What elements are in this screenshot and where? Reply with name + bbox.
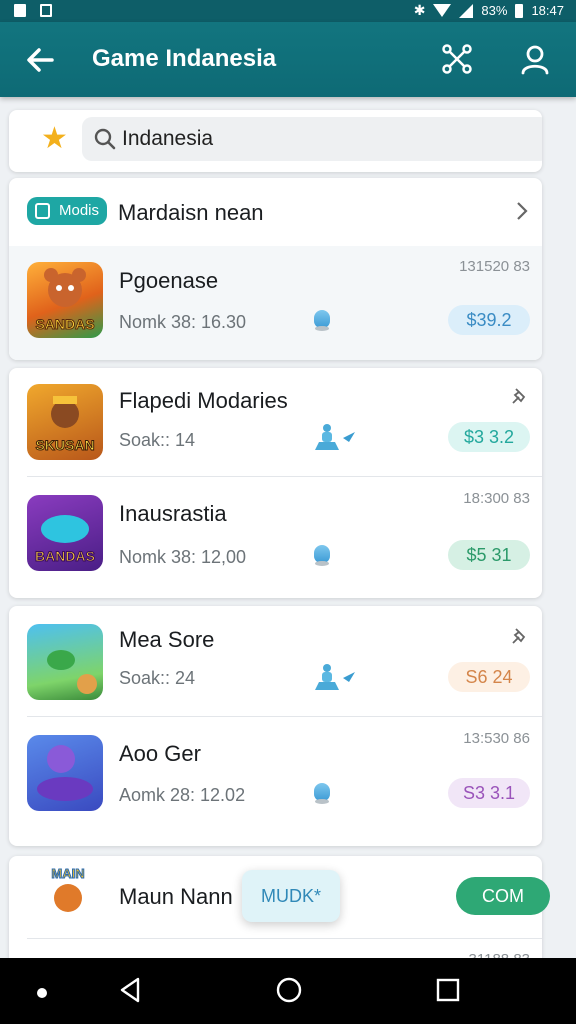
game-title: Inausrastia [119,501,227,526]
connect-button[interactable] [440,42,474,76]
battery-percent: 83% [481,3,508,18]
floating-action-button[interactable]: MUDK* [242,870,340,922]
boat-icon [315,424,355,450]
game-meta: Nomk 38: 16.30 [119,312,247,332]
dot-icon [37,988,47,998]
game-title: Mea Sore [119,627,215,652]
svg-text:SANDAS: SANDAS [35,316,94,332]
search-card: ★ [9,110,542,172]
price-button[interactable]: $39.2 [448,305,530,335]
status-bar: ✱ 83% 18:47 [0,0,576,22]
list-item[interactable]: SKUSAN Flapedi Modaries Soak:: 14 $3 3.2 [9,368,542,476]
badge-icon [35,203,50,219]
game-list-card: SKUSAN Flapedi Modaries Soak:: 14 $3 3.2… [9,368,542,598]
wifi-icon [433,4,452,17]
category-header[interactable]: Modis Mardaisn nean [9,178,542,246]
location-icon [314,310,330,331]
list-item[interactable]: Aoo Ger Aomk 28: 12.02 13:530 86 S3 3.1 [9,717,542,846]
game-title: Aoo Ger [119,741,201,766]
clock: 18:47 [531,3,564,18]
location-icon [314,783,330,804]
game-title: Maun Nann [119,884,233,909]
back-button[interactable] [22,44,58,76]
signal-icon [459,3,474,18]
location-icon [314,545,330,566]
search-bar[interactable] [82,117,542,161]
game-thumbnail: BANDAS [27,495,103,571]
price-button[interactable]: $3 3.2 [448,422,530,452]
connect-icon [442,44,472,74]
game-code: 131520 83 [459,258,530,275]
svg-text:MAIN: MAIN [51,866,84,881]
game-list-card: Mea Sore Soak:: 24 S6 24 Aoo Ger Aomk 28… [9,606,542,846]
back-nav-button[interactable] [117,976,143,1004]
svg-text:BANDAS: BANDAS [35,548,95,564]
pin-icon[interactable] [510,386,530,406]
game-thumbnail [27,624,103,700]
pin-icon[interactable] [510,626,530,646]
game-meta: Nomk 38: 12,00 [119,547,247,567]
bluetooth-icon: ✱ [413,2,426,18]
app-bar: Game Indanesia [0,22,576,97]
price-button[interactable]: S3 3.1 [448,778,530,808]
game-meta: Aomk 28: 12.02 [119,785,246,805]
game-thumbnail: SANDAS [27,262,103,338]
com-button[interactable]: COM [456,877,550,915]
image-notification-icon [40,4,52,17]
game-meta: Soak:: 24 [119,668,196,688]
battery-icon [515,3,524,18]
game-title: Pgoenase [119,268,219,293]
game-title: Flapedi Modaries [119,388,288,413]
star-icon[interactable]: ★ [41,124,68,154]
list-item[interactable]: Mea Sore Soak:: 24 S6 24 [9,606,542,716]
game-thumbnail: SKUSAN [27,384,103,460]
game-code: 13:530 86 [463,730,530,747]
user-icon [521,45,549,75]
category-title: Mardaisn nean [118,200,264,225]
category-card: Modis Mardaisn nean SANDAS Pgoenase Nomk… [9,178,542,360]
chevron-right-icon[interactable] [514,200,530,222]
price-button[interactable]: S6 24 [448,662,530,692]
search-icon [94,128,116,150]
game-thumbnail [27,735,103,811]
category-badge: Modis [27,197,108,225]
svg-text:SKUSAN: SKUSAN [35,437,94,453]
boat-icon [315,664,355,690]
game-thumbnail: MAIN [27,860,109,934]
system-nav-bar [0,958,576,1024]
game-code: 18:300 83 [463,490,530,507]
notification-icon [14,4,26,17]
profile-button[interactable] [518,42,552,76]
list-item[interactable]: BANDAS Inausrastia Nomk 38: 12,00 18:300… [9,477,542,598]
recents-button[interactable] [436,978,460,1002]
game-meta: Soak:: 14 [119,430,196,450]
search-input[interactable] [122,123,522,155]
back-arrow-icon [27,48,54,72]
page-title: Game Indanesia [92,45,277,72]
list-item[interactable]: SANDAS Pgoenase Nomk 38: 16.30 131520 83… [9,246,542,360]
price-button[interactable]: $5 31 [448,540,530,570]
home-icon[interactable] [275,976,303,1004]
